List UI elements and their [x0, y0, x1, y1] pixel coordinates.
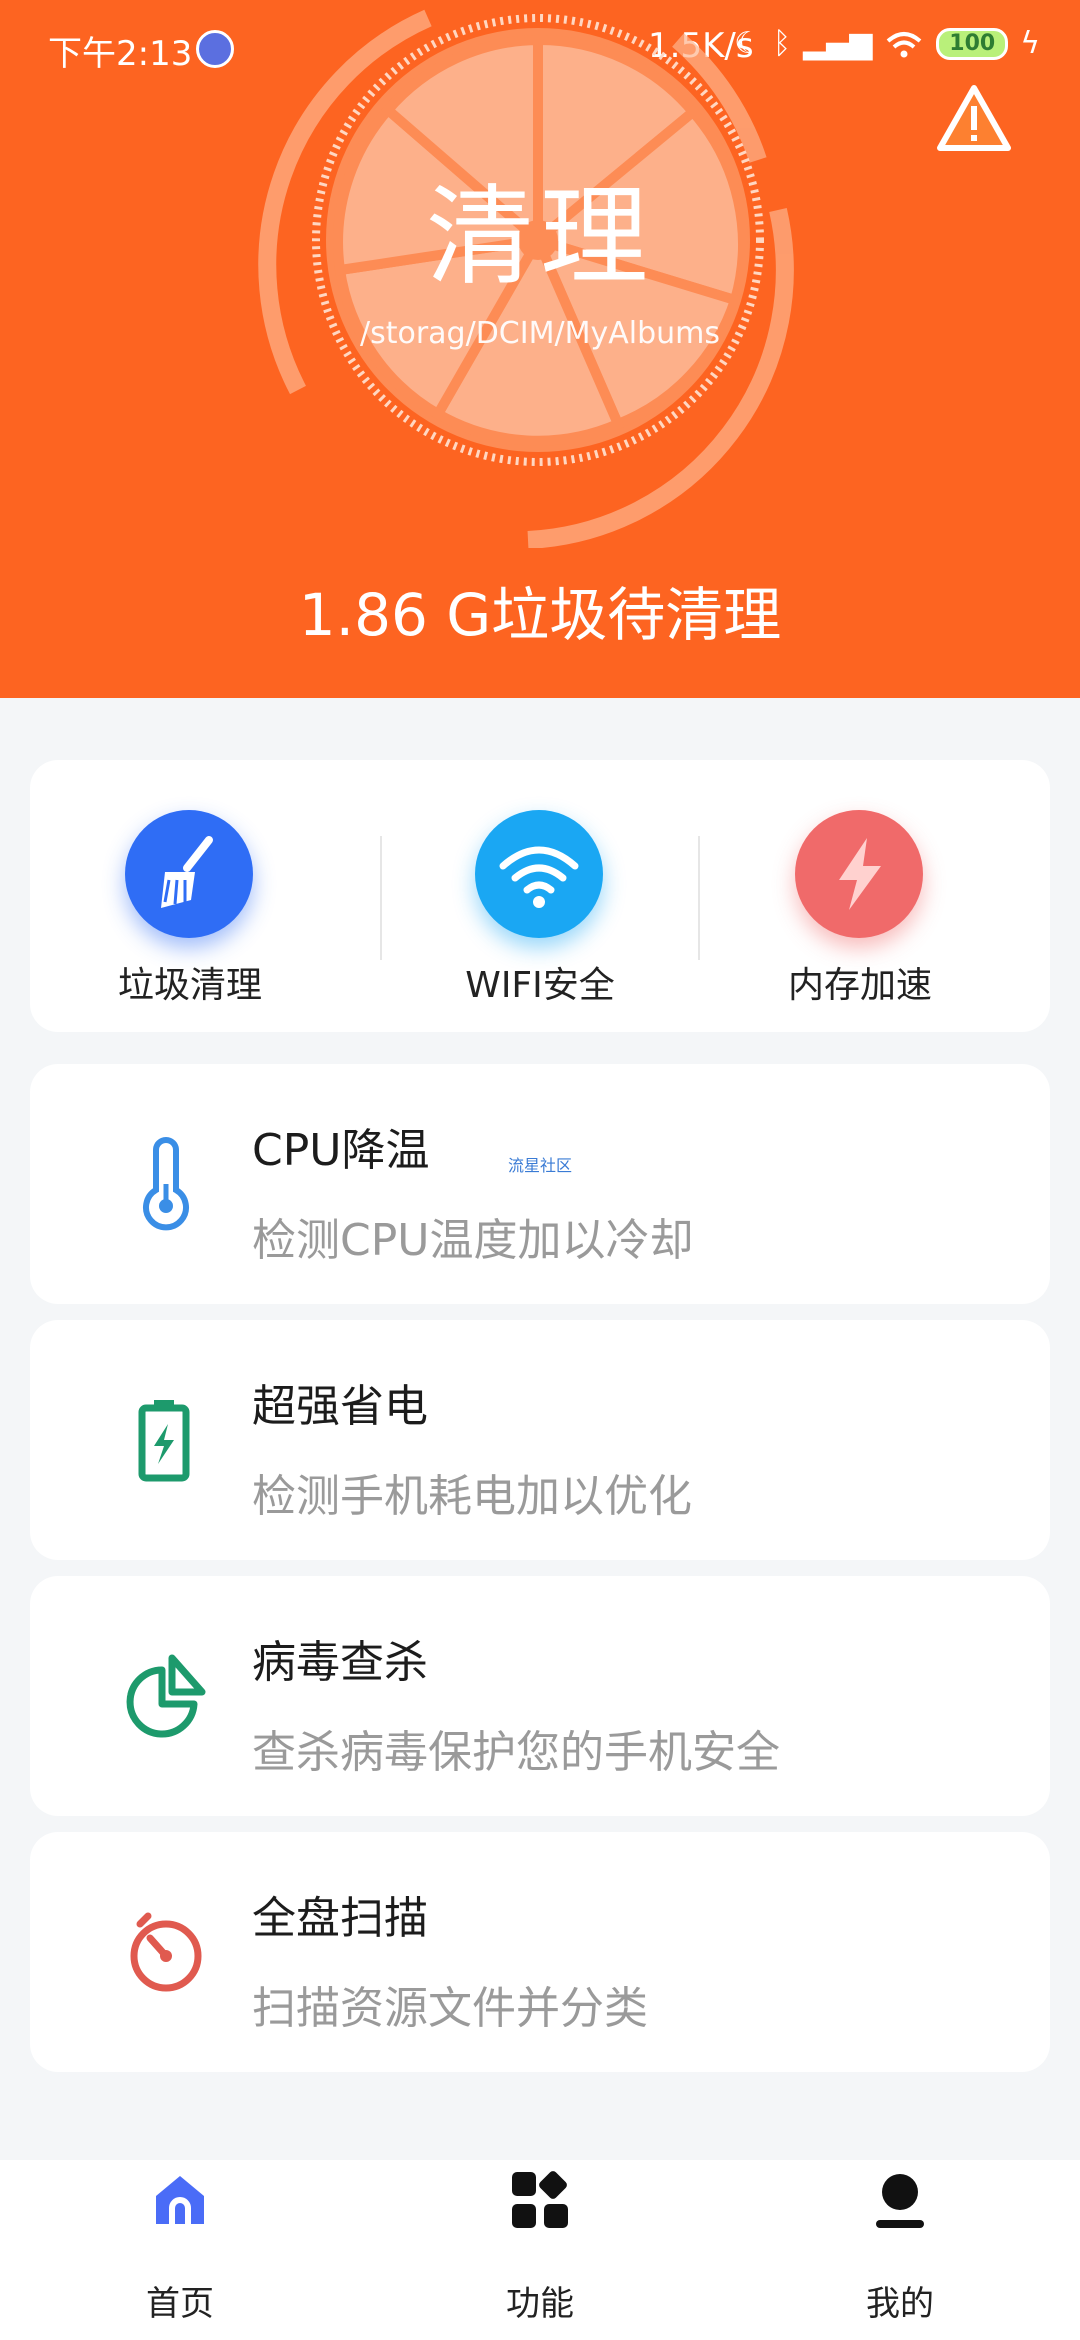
clean-title[interactable]: 清理 — [0, 150, 1080, 306]
quick-action-junk-clean[interactable]: 垃圾清理 — [30, 760, 350, 1032]
battery-indicator: 100 — [936, 27, 1009, 60]
lightning-icon — [795, 810, 923, 938]
timer-icon — [130, 1912, 202, 1992]
feature-desc: 检测CPU温度加以冷却 — [252, 1215, 694, 1266]
quick-action-label: WIFI安全 — [465, 965, 615, 1006]
feature-title: 超强省电 — [252, 1381, 428, 1432]
home-icon — [156, 2176, 204, 2224]
pie-chart-icon — [126, 1654, 206, 1738]
charging-icon: ϟ — [1020, 26, 1040, 61]
header-banner: 下午2:13 1.5K/s ☾ ᛒ ▂▄▆ 100 ϟ 清理 /storag/D… — [0, 0, 1080, 698]
quick-action-memory-boost[interactable]: 内存加速 — [700, 760, 1020, 1032]
feature-title: CPU降温 — [252, 1125, 430, 1176]
thermometer-icon — [143, 1137, 189, 1231]
nav-label: 首页 — [146, 2284, 214, 2324]
wifi-icon — [475, 810, 603, 938]
battery-icon — [138, 1400, 190, 1482]
scan-path: /storag/DCIM/MyAlbums — [359, 316, 720, 351]
feature-cpu-cooling[interactable]: CPU降温 流星社区 检测CPU温度加以冷却 — [30, 1064, 1050, 1304]
user-icon — [876, 2174, 924, 2228]
feature-title: 病毒查杀 — [252, 1637, 428, 1688]
junk-summary: 1.86 G垃圾待清理 — [298, 581, 782, 649]
feature-desc: 检测手机耗电加以优化 — [252, 1471, 692, 1522]
quick-action-label: 内存加速 — [787, 965, 932, 1006]
feature-title: 全盘扫描 — [252, 1893, 428, 1944]
feature-full-scan[interactable]: 全盘扫描 扫描资源文件并分类 — [30, 1832, 1050, 2072]
nav-features[interactable]: 功能 — [360, 2160, 720, 2340]
broom-icon — [125, 810, 253, 938]
notification-app-icon — [196, 30, 234, 68]
watermark: 流星社区 — [508, 1156, 573, 1175]
warning-icon[interactable] — [936, 84, 1012, 154]
quick-action-wifi-security[interactable]: WIFI安全 — [380, 760, 700, 1032]
nav-profile[interactable]: 我的 — [720, 2160, 1080, 2340]
grid-icon — [512, 2171, 568, 2228]
quick-actions-card: 垃圾清理 WIFI安全 内存加速 — [30, 760, 1050, 1032]
feature-virus-scan[interactable]: 病毒查杀 查杀病毒保护您的手机安全 — [30, 1576, 1050, 1816]
feature-desc: 扫描资源文件并分类 — [252, 1983, 648, 2034]
nav-home[interactable]: 首页 — [0, 2160, 360, 2340]
feature-desc: 查杀病毒保护您的手机安全 — [252, 1727, 780, 1778]
status-time: 下午2:13 — [48, 34, 193, 74]
nav-label: 我的 — [866, 2284, 934, 2324]
quick-action-label: 垃圾清理 — [117, 965, 262, 1006]
nav-label: 功能 — [506, 2284, 574, 2324]
wifi-status-icon — [886, 31, 922, 57]
bottom-navigation: 首页 功能 我的 — [0, 2160, 1080, 2340]
feature-power-saving[interactable]: 超强省电 检测手机耗电加以优化 — [30, 1320, 1050, 1560]
